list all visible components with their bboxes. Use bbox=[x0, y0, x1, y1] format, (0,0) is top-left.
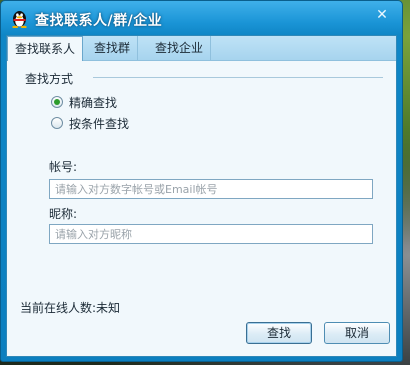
radio-button-selected[interactable] bbox=[51, 96, 63, 108]
qq-penguin-icon bbox=[11, 9, 28, 29]
online-count-status: 当前在线人数:未知 bbox=[20, 301, 121, 315]
tab-find-enterprise[interactable]: 查找企业 bbox=[148, 36, 212, 60]
nickname-label: 昵称: bbox=[49, 207, 78, 221]
tab-find-contacts[interactable]: 查找联系人 bbox=[7, 36, 84, 61]
dialog-content: 查找联系人 查找群 查找企业 查找方式 精确查找 按条件查找 帐号: 昵称: 当… bbox=[6, 35, 397, 357]
close-icon[interactable]: ✕ bbox=[373, 7, 391, 23]
radio-conditional-label: 按条件查找 bbox=[69, 117, 130, 131]
account-input[interactable] bbox=[49, 179, 373, 199]
window-title: 查找联系人/群/企业 bbox=[35, 13, 163, 29]
nickname-input[interactable] bbox=[49, 224, 373, 244]
account-label: 帐号: bbox=[49, 160, 78, 174]
tab-find-groups[interactable]: 查找群 bbox=[87, 36, 139, 60]
find-contacts-dialog: 查找联系人/群/企业 ✕ 查找联系人 查找群 查找企业 查找方式 精确查找 按条… bbox=[0, 0, 403, 362]
title-bar[interactable]: 查找联系人/群/企业 ✕ bbox=[1, 1, 402, 34]
radio-exact-label: 精确查找 bbox=[69, 96, 118, 110]
section-divider bbox=[93, 77, 383, 78]
search-button[interactable]: 查找 bbox=[246, 322, 312, 344]
radio-button[interactable] bbox=[51, 117, 63, 129]
search-mode-label: 查找方式 bbox=[25, 72, 74, 86]
cancel-button[interactable]: 取消 bbox=[324, 322, 390, 344]
tab-bar: 查找联系人 查找群 查找企业 bbox=[7, 36, 396, 61]
